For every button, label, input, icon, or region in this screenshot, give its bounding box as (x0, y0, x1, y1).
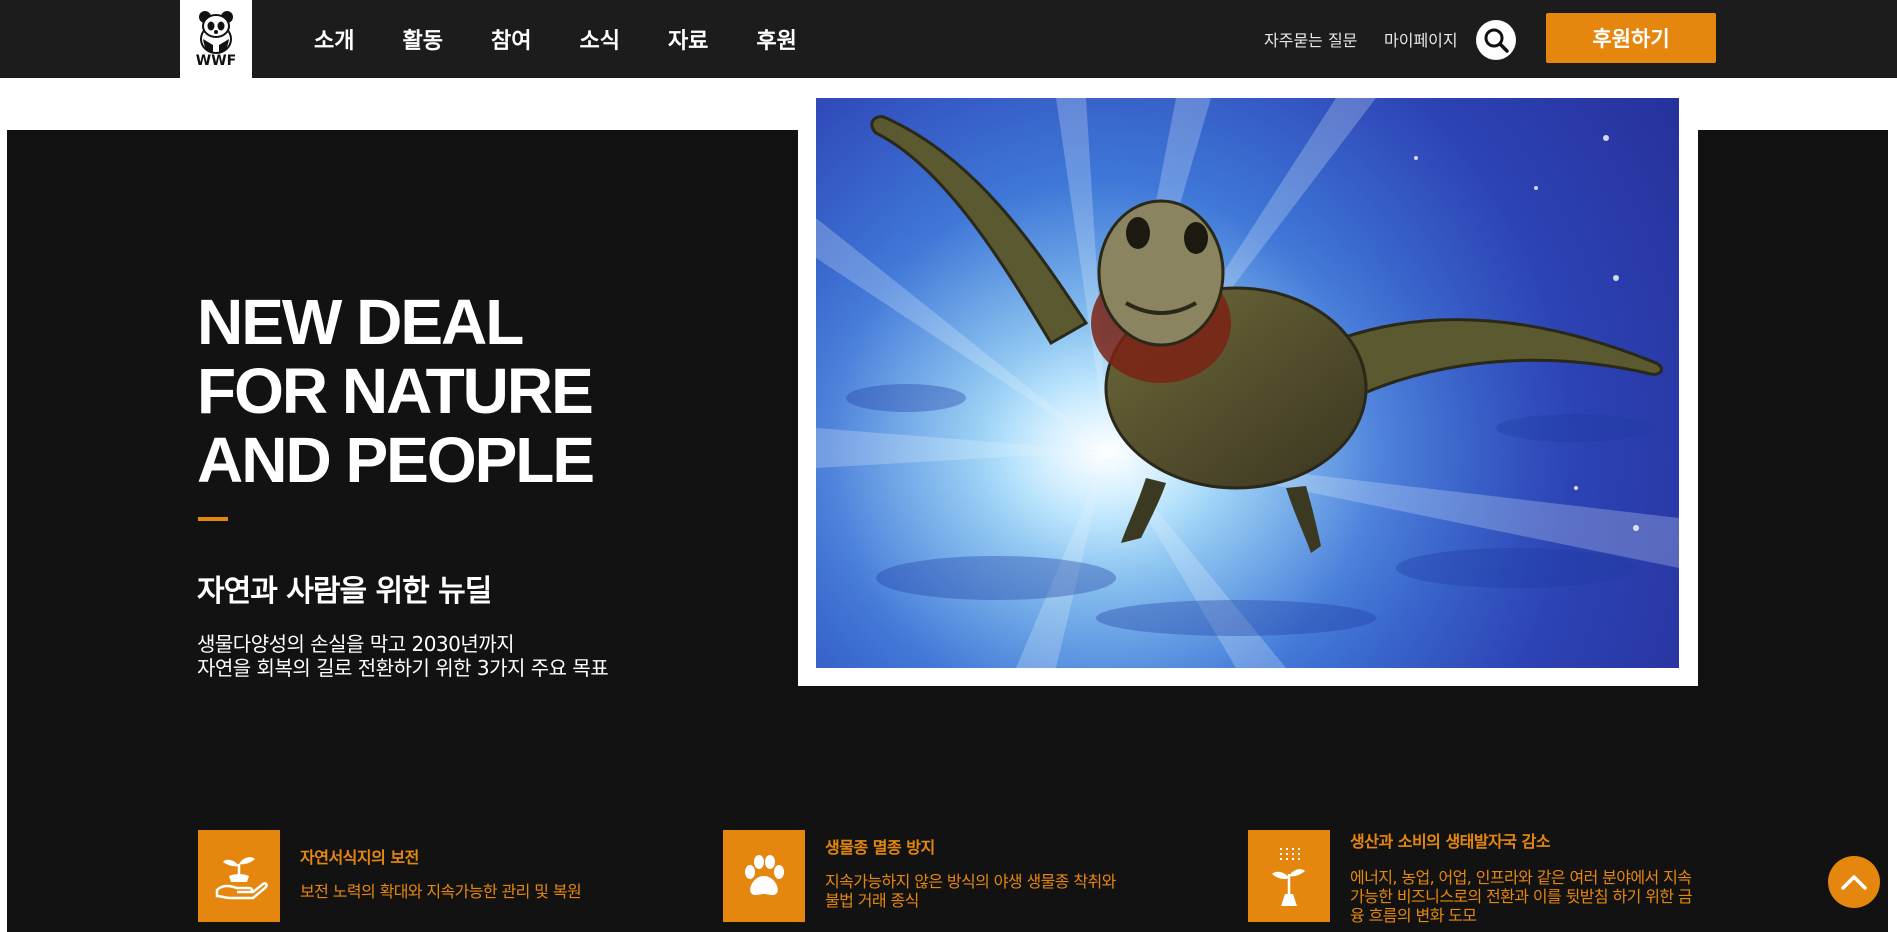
goal-title: 생물종 멸종 방지 (825, 838, 935, 857)
hero-subtitle: 자연과 사람을 위한 뉴딜 (197, 574, 492, 609)
goal-icon-box (723, 830, 805, 922)
logo-text: WWF (195, 53, 237, 69)
goal-title: 자연서식지의 보전 (300, 848, 419, 867)
search-button[interactable] (1476, 20, 1516, 60)
site-header: WWF 소개 활동 참여 소식 자료 후원 자주묻는 질문 마이페이지 후원하기 (0, 0, 1897, 78)
nav-item-resources[interactable]: 자료 (668, 23, 708, 55)
nav-item-about[interactable]: 소개 (314, 23, 354, 55)
accent-divider (198, 517, 228, 521)
faq-link-wrap: 자주묻는 질문 (1264, 0, 1357, 78)
faq-link[interactable]: 자주묻는 질문 (1264, 27, 1357, 51)
search-icon (1484, 28, 1509, 53)
sea-turtle-illustration (816, 98, 1679, 668)
donate-button[interactable]: 후원하기 (1546, 13, 1716, 63)
nav-item-participate[interactable]: 참여 (491, 23, 531, 55)
panda-icon (199, 11, 233, 54)
goal-description: 보전 노력의 확대와 지속가능한 관리 및 복원 (300, 882, 582, 901)
nav-item-support[interactable]: 후원 (756, 23, 796, 55)
hand-sprout-icon (215, 857, 268, 900)
main-nav: 소개 활동 참여 소식 자료 후원 (290, 0, 821, 78)
hero-desc-line-1: 생물다양성의 손실을 막고 2030년까지 (197, 632, 515, 656)
wwf-logo[interactable]: WWF (180, 0, 252, 78)
sea-turtle-photo (816, 98, 1679, 668)
goal-icon-box (198, 830, 280, 922)
hero-desc-line-2: 자연을 회복의 길로 전환하기 위한 3가지 주요 목표 (197, 656, 609, 680)
hero-description: 생물다양성의 손실을 막고 2030년까지 자연을 회복의 길로 전환하기 위한… (197, 632, 609, 680)
hero-photo-frame (798, 80, 1698, 686)
nav-item-news[interactable]: 소식 (579, 23, 619, 55)
back-to-top-button[interactable] (1828, 856, 1880, 908)
mypage-link-wrap: 마이페이지 (1384, 0, 1458, 78)
goal-description: 에너지, 농업, 어업, 인프라와 같은 여러 분야에서 지속가능한 비즈니스로… (1350, 868, 1693, 925)
paw-icon (745, 855, 784, 896)
hero-title: NEW DEAL FOR NATURE AND PEOPLE (197, 286, 595, 496)
chevron-up-icon (1841, 875, 1867, 890)
mypage-link[interactable]: 마이페이지 (1384, 27, 1458, 51)
goal-description: 지속가능하지 않은 방식의 야생 생물종 착취와 불법 거래 종식 (825, 872, 1116, 910)
goal-icon-box (1248, 830, 1330, 922)
goal-title: 생산과 소비의 생태발자국 감소 (1350, 832, 1551, 851)
nav-item-activities[interactable]: 활동 (402, 23, 442, 55)
plant-growth-icon (1272, 848, 1305, 906)
